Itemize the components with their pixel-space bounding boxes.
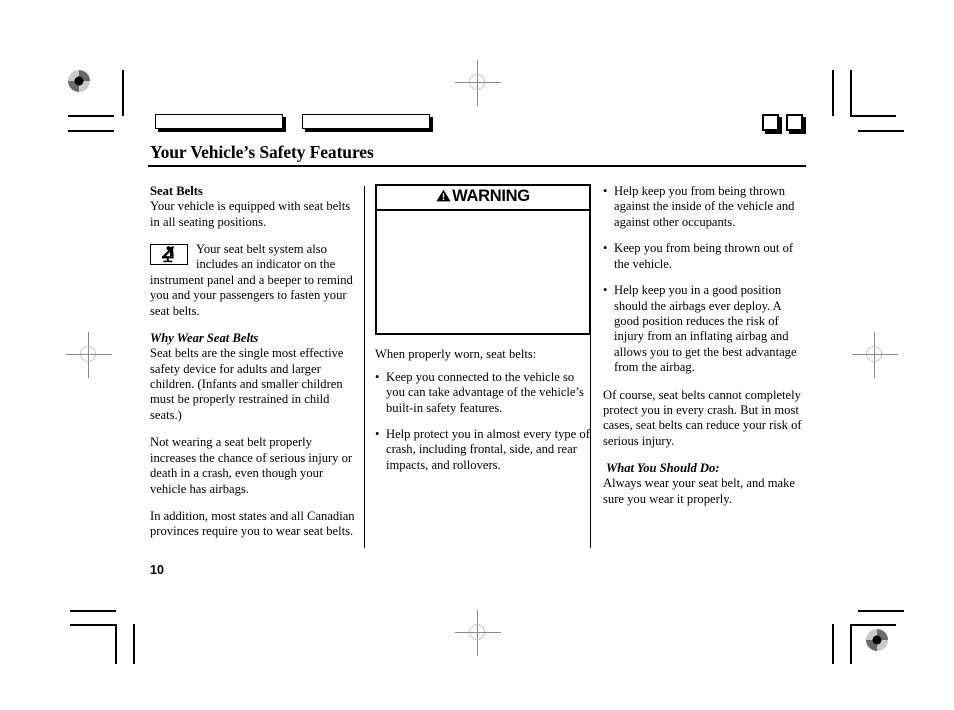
list-item: • Keep you from being thrown out of the … <box>603 241 808 272</box>
indicator-block: Your seat belt system also includes an i… <box>150 242 356 319</box>
why-wear-paragraph-1: Seat belts are the single most effective… <box>150 346 344 422</box>
section-marker-square-1 <box>762 114 779 131</box>
column-divider-left <box>364 186 365 548</box>
section-tab-bar <box>148 108 808 132</box>
section-tab-box-2 <box>302 114 430 129</box>
manual-page: Your Vehicle’s Safety Features Seat Belt… <box>148 108 808 578</box>
right-column: • Help keep you from being thrown agains… <box>603 184 808 507</box>
bullet-glyph: • <box>375 427 380 441</box>
bullet-glyph: • <box>375 369 380 384</box>
warning-header: WARNING <box>377 186 589 212</box>
list-item-text: Keep you from being thrown out of the ve… <box>614 241 794 271</box>
list-item: • Keep you connected to the vehicle so y… <box>375 370 591 416</box>
list-item: • Help keep you in a good position shoul… <box>603 283 808 376</box>
crop-mark-icon <box>133 624 135 664</box>
seat-belts-intro: Your vehicle is equipped with seat belts… <box>150 199 351 229</box>
registration-crosshair-icon <box>455 60 501 106</box>
list-item-text: Help keep you from being thrown against … <box>614 184 795 229</box>
page-title: Your Vehicle’s Safety Features <box>150 142 374 162</box>
registration-crosshair-icon <box>455 610 501 656</box>
properly-worn-lead-in: When properly worn, seat belts: <box>375 347 537 362</box>
list-item: • Help keep you from being thrown agains… <box>603 184 808 230</box>
section-tab-box-1 <box>155 114 283 129</box>
list-item-text: Help keep you in a good position should … <box>614 283 797 375</box>
crop-mark-icon <box>68 130 114 132</box>
registration-crosshair-icon <box>852 332 898 378</box>
bullet-glyph: • <box>603 184 608 198</box>
of-course-paragraph: Of course, seat belts cannot completely … <box>603 387 802 448</box>
crop-mark-icon <box>122 70 124 116</box>
list-item: • Help protect you in almost every type … <box>375 427 591 473</box>
crop-mark-icon <box>832 624 834 664</box>
what-you-should-do-heading: What You Should Do: <box>606 461 720 476</box>
crop-mark-icon <box>850 115 896 117</box>
crop-mark-icon <box>70 610 116 612</box>
why-wear-paragraph-2: Not wearing a seat belt properly increas… <box>150 435 353 496</box>
crop-mark-icon <box>68 115 114 117</box>
registration-target-icon <box>866 629 888 651</box>
crop-mark-icon <box>858 610 904 612</box>
crop-mark-icon <box>858 130 904 132</box>
list-item-text: Keep you connected to the vehicle so you… <box>386 369 584 415</box>
page-number: 10 <box>150 563 164 577</box>
right-bullet-list: • Help keep you from being thrown agains… <box>603 184 808 376</box>
registration-target-icon <box>68 70 90 92</box>
seat-belt-reminder-icon <box>150 243 188 265</box>
list-item-text: Help protect you in almost every type of… <box>386 427 590 472</box>
warning-body <box>377 211 589 333</box>
crop-mark-icon <box>850 70 852 116</box>
registration-crosshair-icon <box>66 332 112 378</box>
warning-label: WARNING <box>452 187 530 205</box>
left-column: Seat Belts Your vehicle is equipped with… <box>150 184 356 540</box>
crop-mark-icon <box>850 624 896 626</box>
crop-mark-icon <box>832 70 834 116</box>
why-wear-seat-belts-heading: Why Wear Seat Belts <box>150 331 259 346</box>
section-marker-square-2 <box>786 114 803 131</box>
why-wear-paragraph-3: In addition, most states and all Canadia… <box>150 508 355 539</box>
three-column-body: Seat Belts Your vehicle is equipped with… <box>148 184 808 552</box>
what-you-should-do-text: Always wear your seat belt, and make sur… <box>603 476 795 506</box>
crop-mark-icon <box>115 624 117 664</box>
seat-belts-heading: Seat Belts <box>150 184 203 198</box>
crop-mark-icon <box>70 624 116 626</box>
warning-triangle-icon <box>436 189 451 206</box>
middle-column: WARNING When properly worn, seat belts: … <box>375 184 591 473</box>
bullet-glyph: • <box>603 241 608 256</box>
crop-mark-icon <box>850 624 852 664</box>
warning-box: WARNING <box>375 184 591 336</box>
bullet-glyph: • <box>603 283 608 298</box>
middle-bullet-list: • Keep you connected to the vehicle so y… <box>375 370 591 474</box>
title-rule <box>148 165 806 167</box>
